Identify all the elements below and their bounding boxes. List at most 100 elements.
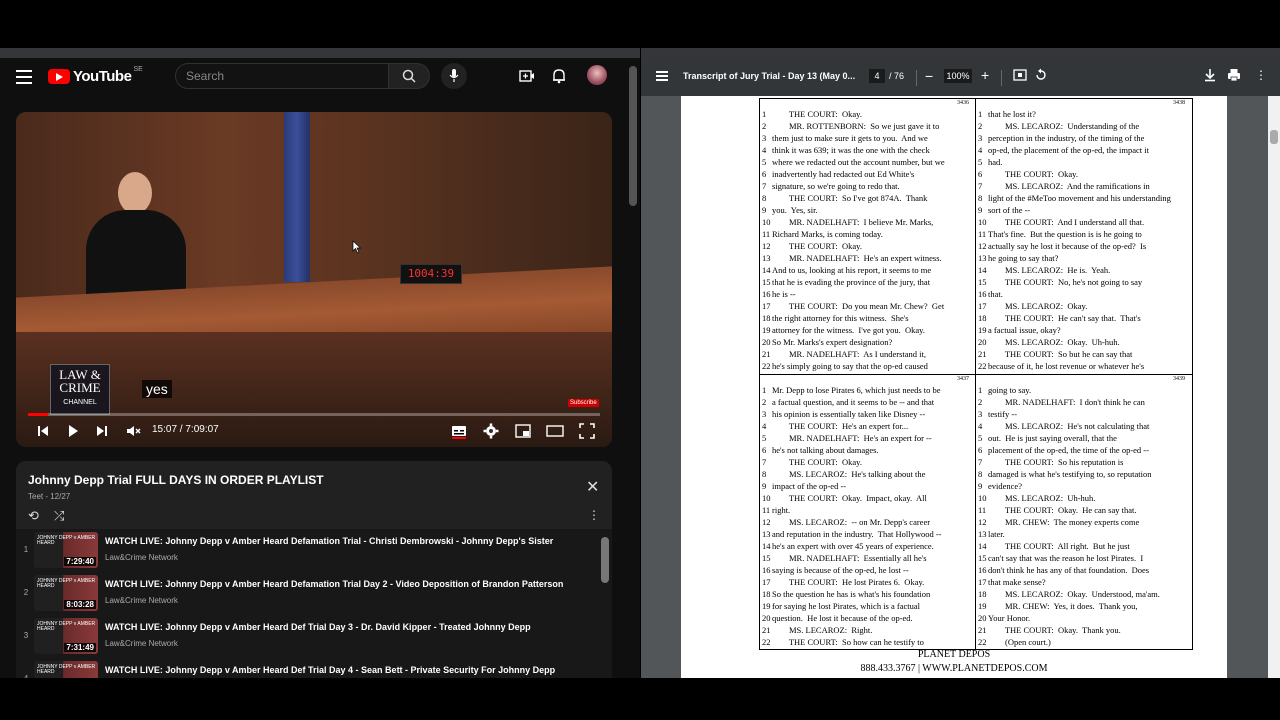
- country-code: SE: [133, 66, 143, 73]
- zoom-level-input[interactable]: 100%: [944, 69, 972, 83]
- zoom-in-icon[interactable]: +: [981, 67, 989, 83]
- transcript-line: 22 because of it, he lost revenue or what…: [978, 360, 1187, 372]
- previous-icon[interactable]: [34, 422, 52, 440]
- line-number: 19: [762, 325, 771, 335]
- video-thumbnail[interactable]: JOHNNY DEPP v AMBER HEARD 8:03:28: [34, 575, 98, 611]
- settings-gear-icon[interactable]: [482, 422, 500, 440]
- video-title[interactable]: WATCH LIVE: Johnny Depp v Amber Heard De…: [105, 622, 531, 632]
- line-number: 6: [762, 445, 767, 455]
- video-progress-bar[interactable]: [28, 413, 600, 416]
- transcript-line: 2 MS. LECAROZ: Understanding of the: [978, 120, 1187, 132]
- line-number: 5: [762, 157, 767, 167]
- shuffle-icon[interactable]: ⤮: [54, 508, 64, 524]
- transcript-line: 19 MR. CHEW: Yes, it does. Thank you,: [978, 600, 1187, 612]
- line-text: MR. NADELHAFT: As I understand it,: [772, 349, 926, 359]
- page-number-input[interactable]: 4: [869, 69, 885, 83]
- line-number: 12: [978, 241, 987, 251]
- fit-to-page-icon[interactable]: [1013, 68, 1027, 82]
- line-number: 10: [978, 217, 987, 227]
- transcript-line: 8 damaged is what he's testifying to, so …: [978, 468, 1187, 480]
- search-button[interactable]: [388, 63, 430, 89]
- line-text: THE COURT: So but he can say that: [988, 349, 1133, 359]
- line-number: 13: [978, 529, 987, 539]
- menu-icon[interactable]: [656, 71, 668, 81]
- close-icon[interactable]: ✕: [586, 477, 599, 497]
- line-text: he's simply going to say that the op-ed …: [772, 361, 928, 371]
- line-number: 14: [978, 265, 987, 275]
- video-title[interactable]: WATCH LIVE: Johnny Depp v Amber Heard De…: [105, 536, 553, 546]
- transcript-line: 21 MR. NADELHAFT: As I understand it,: [762, 348, 971, 360]
- transcript-line: 5 had.: [978, 156, 1187, 168]
- download-icon[interactable]: [1203, 68, 1217, 82]
- notifications-bell-icon[interactable]: [550, 67, 568, 85]
- playlist-title[interactable]: Johnny Depp Trial FULL DAYS IN ORDER PLA…: [28, 473, 324, 487]
- line-number: 8: [978, 193, 983, 203]
- subtitles-icon[interactable]: [450, 422, 468, 440]
- line-text: the right attorney for this witness. She…: [772, 313, 909, 323]
- more-options-icon[interactable]: ⋮: [1255, 68, 1267, 82]
- video-player[interactable]: 1004:39 LAW & CRIME CHANNEL yes Subscrib…: [16, 112, 612, 447]
- video-thumbnail[interactable]: JOHNNY DEPP v AMBER HEARD 7:29:40: [34, 532, 98, 568]
- playlist-scrollbar[interactable]: [601, 537, 609, 583]
- loop-icon[interactable]: ⟲: [28, 508, 39, 524]
- zoom-out-icon[interactable]: −: [925, 68, 933, 84]
- line-text: saying is because of the op-ed, he lost …: [772, 565, 909, 575]
- line-text: his opinion is essentially taken like Di…: [772, 409, 926, 419]
- transcript-line: 2 MR. ROTTENBORN: So we just gave it to: [762, 120, 971, 132]
- line-number: 18: [762, 313, 771, 323]
- line-text: MR. NADELHAFT: Essentially all he's: [772, 553, 927, 563]
- print-icon[interactable]: [1227, 68, 1241, 82]
- line-number: 6: [978, 169, 983, 179]
- miniplayer-icon[interactable]: [514, 422, 532, 440]
- line-text: THE COURT: Okay. Impact, okay. All: [772, 493, 927, 503]
- theater-mode-icon[interactable]: [546, 422, 564, 440]
- line-text: MR. NADELHAFT: He's an expert witness.: [772, 253, 942, 263]
- rotate-icon[interactable]: [1034, 68, 1048, 82]
- list-item[interactable]: 2 JOHNNY DEPP v AMBER HEARD 8:03:28 WATCH…: [16, 572, 600, 614]
- list-item[interactable]: 4 JOHNNY DEPP v AMBER HEARD WATCH LIVE: …: [16, 658, 600, 678]
- line-text: THE COURT: So how can he testify to: [772, 637, 924, 647]
- next-icon[interactable]: [93, 422, 111, 440]
- transcript-line: 21 THE COURT: Okay. Thank you.: [978, 624, 1187, 636]
- progress-fill: [28, 413, 49, 416]
- line-text: going to say.: [988, 385, 1032, 395]
- line-number: 3: [978, 409, 983, 419]
- transcript-line: 20 So Mr. Marks's expert designation?: [762, 336, 971, 348]
- line-number: 19: [978, 601, 987, 611]
- mute-icon[interactable]: [124, 422, 142, 440]
- menu-icon[interactable]: [16, 70, 32, 84]
- transcript-page-number: 3437: [957, 376, 969, 382]
- line-number: 9: [978, 481, 983, 491]
- line-number: 7: [978, 457, 983, 467]
- line-number: 16: [762, 289, 771, 299]
- youtube-logo[interactable]: YouTube SE: [48, 66, 143, 85]
- avatar[interactable]: [587, 65, 607, 85]
- page-scrollbar[interactable]: [629, 66, 637, 206]
- youtube-header: YouTube SE Search: [0, 58, 628, 98]
- voice-search-button[interactable]: [441, 63, 467, 89]
- pdf-scrollbar-thumb[interactable]: [1270, 130, 1278, 144]
- line-text: THE COURT: He lost Pirates 6. Okay.: [772, 577, 925, 587]
- list-item[interactable]: 3 JOHNNY DEPP v AMBER HEARD 7:31:49 WATCH…: [16, 615, 600, 657]
- line-text: he's an expert with over 45 years of exp…: [772, 541, 934, 551]
- list-item[interactable]: 1 JOHNNY DEPP v AMBER HEARD 7:29:40 WATCH…: [16, 529, 600, 571]
- play-icon[interactable]: [64, 422, 82, 440]
- line-text: MS. LECAROZ: Okay.: [988, 301, 1088, 311]
- line-text: THE COURT: He can't say that. That's: [988, 313, 1141, 323]
- more-options-icon[interactable]: ⋮: [588, 508, 600, 522]
- line-number: 17: [978, 577, 987, 587]
- line-number: 12: [978, 517, 987, 527]
- search-input[interactable]: Search: [175, 63, 389, 89]
- line-number: 15: [978, 553, 987, 563]
- transcript-line: 9 sort of the --: [978, 204, 1187, 216]
- create-video-icon[interactable]: [518, 67, 536, 85]
- video-thumbnail[interactable]: JOHNNY DEPP v AMBER HEARD: [34, 661, 98, 678]
- line-text: op-ed, the placement of the op-ed, the i…: [988, 145, 1149, 155]
- video-title[interactable]: WATCH LIVE: Johnny Depp v Amber Heard De…: [105, 579, 563, 589]
- transcript-line: 17 THE COURT: He lost Pirates 6. Okay.: [762, 576, 971, 588]
- line-text: THE COURT: He's an expert for...: [772, 421, 909, 431]
- video-title[interactable]: WATCH LIVE: Johnny Depp v Amber Heard De…: [105, 665, 555, 675]
- pdf-scrollbar-track[interactable]: [1268, 96, 1280, 678]
- video-thumbnail[interactable]: JOHNNY DEPP v AMBER HEARD 7:31:49: [34, 618, 98, 654]
- fullscreen-icon[interactable]: [578, 422, 596, 440]
